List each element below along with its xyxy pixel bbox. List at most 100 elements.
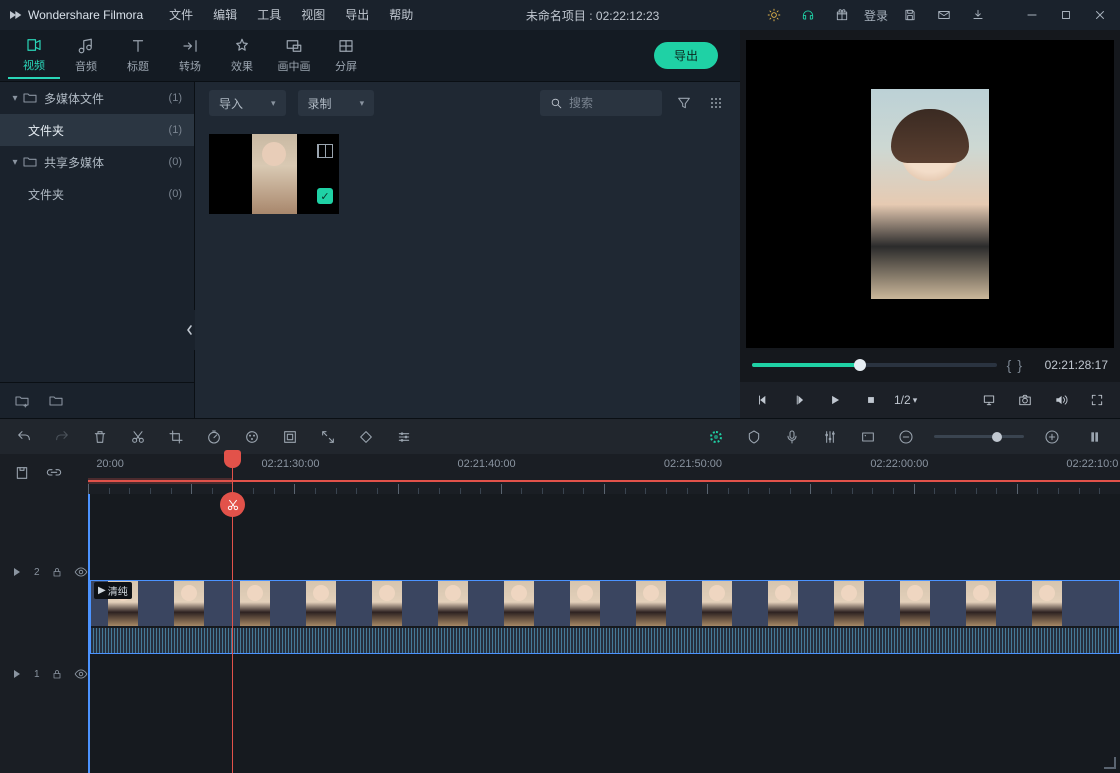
zoom-in-icon[interactable] bbox=[1042, 427, 1062, 447]
tab-split-label: 分屏 bbox=[335, 58, 357, 74]
play-icon bbox=[10, 566, 24, 578]
track-2-header[interactable]: 2 bbox=[0, 542, 88, 602]
color-icon[interactable] bbox=[242, 427, 262, 447]
lock-icon[interactable] bbox=[50, 668, 64, 680]
settings-icon[interactable] bbox=[394, 427, 414, 447]
track-1-header[interactable]: 1 bbox=[0, 654, 88, 694]
greenscreen-icon[interactable] bbox=[280, 427, 300, 447]
monitor-icon[interactable] bbox=[976, 387, 1002, 413]
timeline-link-icon[interactable] bbox=[46, 465, 64, 483]
volume-icon[interactable] bbox=[1048, 387, 1074, 413]
tab-audio[interactable]: 音频 bbox=[60, 33, 112, 78]
search-input[interactable] bbox=[569, 96, 649, 110]
tree-collapse-handle[interactable] bbox=[185, 310, 195, 350]
import-dropdown[interactable]: 导入▾ bbox=[209, 90, 286, 116]
sun-icon[interactable] bbox=[762, 3, 786, 27]
fullscreen-icon[interactable] bbox=[1084, 387, 1110, 413]
in-out-brackets[interactable]: {} bbox=[1007, 357, 1022, 373]
app-logo bbox=[8, 7, 24, 23]
zoom-slider[interactable] bbox=[934, 435, 1024, 438]
library-grid: ✓ bbox=[195, 124, 740, 418]
tree-folder-1[interactable]: 文件夹 (1) bbox=[0, 114, 194, 146]
tree-folder-2[interactable]: 文件夹 (0) bbox=[0, 178, 194, 210]
close-icon[interactable] bbox=[1088, 3, 1112, 27]
delete-icon[interactable] bbox=[90, 427, 110, 447]
prev-frame-icon[interactable] bbox=[750, 387, 776, 413]
minimize-icon[interactable] bbox=[1020, 3, 1044, 27]
tab-transition[interactable]: 转场 bbox=[164, 33, 216, 78]
tab-effect[interactable]: 效果 bbox=[216, 33, 268, 78]
stop-icon[interactable] bbox=[858, 387, 884, 413]
list-view-icon[interactable] bbox=[1086, 427, 1106, 447]
ruler-tick-3: 02:22:00:00 bbox=[870, 458, 928, 470]
search-box[interactable] bbox=[540, 90, 662, 116]
mail-icon[interactable] bbox=[932, 3, 956, 27]
ruler-left-tools bbox=[0, 454, 88, 494]
preview-seek-row: {} 02:21:28:17 bbox=[740, 348, 1120, 382]
record-label: 录制 bbox=[308, 95, 332, 112]
menu-tools[interactable]: 工具 bbox=[247, 0, 291, 30]
undo-icon[interactable] bbox=[14, 427, 34, 447]
play-icon[interactable] bbox=[822, 387, 848, 413]
tree-media[interactable]: ▾ 多媒体文件 (1) bbox=[0, 82, 194, 114]
speed-dropdown[interactable]: 1/2▾ bbox=[894, 393, 917, 407]
tab-split[interactable]: 分屏 bbox=[320, 33, 372, 78]
tab-pip[interactable]: 画中画 bbox=[268, 33, 320, 78]
tree-shared[interactable]: ▾ 共享多媒体 (0) bbox=[0, 146, 194, 178]
menu-help[interactable]: 帮助 bbox=[379, 0, 423, 30]
menu-edit[interactable]: 编辑 bbox=[203, 0, 247, 30]
chevron-down-icon: ▾ bbox=[271, 98, 276, 109]
menu-file[interactable]: 文件 bbox=[159, 0, 203, 30]
login-text[interactable]: 登录 bbox=[864, 3, 888, 27]
marker-icon[interactable] bbox=[744, 427, 764, 447]
tracks-header-column: 2 1 bbox=[0, 494, 88, 773]
tracks-body[interactable]: ▶清纯 bbox=[88, 494, 1120, 773]
eye-icon[interactable] bbox=[74, 667, 88, 681]
open-folder-icon[interactable] bbox=[48, 393, 64, 409]
resize-corner-icon[interactable] bbox=[1098, 751, 1116, 769]
timeline-home-icon[interactable] bbox=[14, 465, 32, 483]
render-indicator-icon[interactable] bbox=[706, 427, 726, 447]
step-back-icon[interactable] bbox=[786, 387, 812, 413]
menu-export[interactable]: 导出 bbox=[335, 0, 379, 30]
preview-seek-slider[interactable] bbox=[752, 363, 997, 367]
expand-icon[interactable] bbox=[318, 427, 338, 447]
cut-icon[interactable] bbox=[128, 427, 148, 447]
preview-canvas[interactable] bbox=[746, 40, 1114, 348]
gift-icon[interactable] bbox=[830, 3, 854, 27]
maximize-icon[interactable] bbox=[1054, 3, 1078, 27]
video-track-clip[interactable]: ▶清纯 bbox=[90, 580, 1120, 626]
audio-track-clip[interactable] bbox=[90, 628, 1120, 654]
tab-title[interactable]: 标题 bbox=[112, 33, 164, 78]
upper-area: 视频 音频 标题 转场 效果 画中画 分屏 导出 ▾ 多媒体文件 (1) 文件夹… bbox=[0, 30, 1120, 418]
redo-icon[interactable] bbox=[52, 427, 72, 447]
save-icon[interactable] bbox=[898, 3, 922, 27]
timeline-ruler[interactable]: 20:00 02:21:30:00 02:21:40:00 02:21:50:0… bbox=[88, 454, 1120, 494]
record-dropdown[interactable]: 录制▾ bbox=[298, 90, 375, 116]
lock-icon[interactable] bbox=[50, 566, 64, 578]
app-name: Wondershare Filmora bbox=[28, 8, 143, 22]
tab-video[interactable]: 视频 bbox=[8, 32, 60, 79]
menu-view[interactable]: 视图 bbox=[291, 0, 335, 30]
aspect-icon[interactable] bbox=[858, 427, 878, 447]
grid-view-icon[interactable] bbox=[706, 95, 726, 111]
tab-title-label: 标题 bbox=[127, 58, 149, 74]
new-folder-icon[interactable] bbox=[14, 393, 30, 409]
tab-audio-label: 音频 bbox=[75, 58, 97, 74]
export-button[interactable]: 导出 bbox=[654, 42, 718, 69]
media-clip-thumb[interactable]: ✓ bbox=[209, 134, 339, 214]
zoom-out-icon[interactable] bbox=[896, 427, 916, 447]
playhead[interactable] bbox=[232, 454, 233, 773]
download-icon[interactable] bbox=[966, 3, 990, 27]
speed-icon[interactable] bbox=[204, 427, 224, 447]
eye-icon[interactable] bbox=[74, 565, 88, 579]
filter-icon[interactable] bbox=[674, 95, 694, 111]
camera-icon[interactable] bbox=[1012, 387, 1038, 413]
playhead-handle[interactable] bbox=[224, 450, 241, 468]
voiceover-icon[interactable] bbox=[782, 427, 802, 447]
headset-icon[interactable] bbox=[796, 3, 820, 27]
crop-icon[interactable] bbox=[166, 427, 186, 447]
audio-mixer-icon[interactable] bbox=[820, 427, 840, 447]
library-main: 导入▾ 录制▾ ✓ bbox=[195, 82, 740, 418]
keyframe-icon[interactable] bbox=[356, 427, 376, 447]
